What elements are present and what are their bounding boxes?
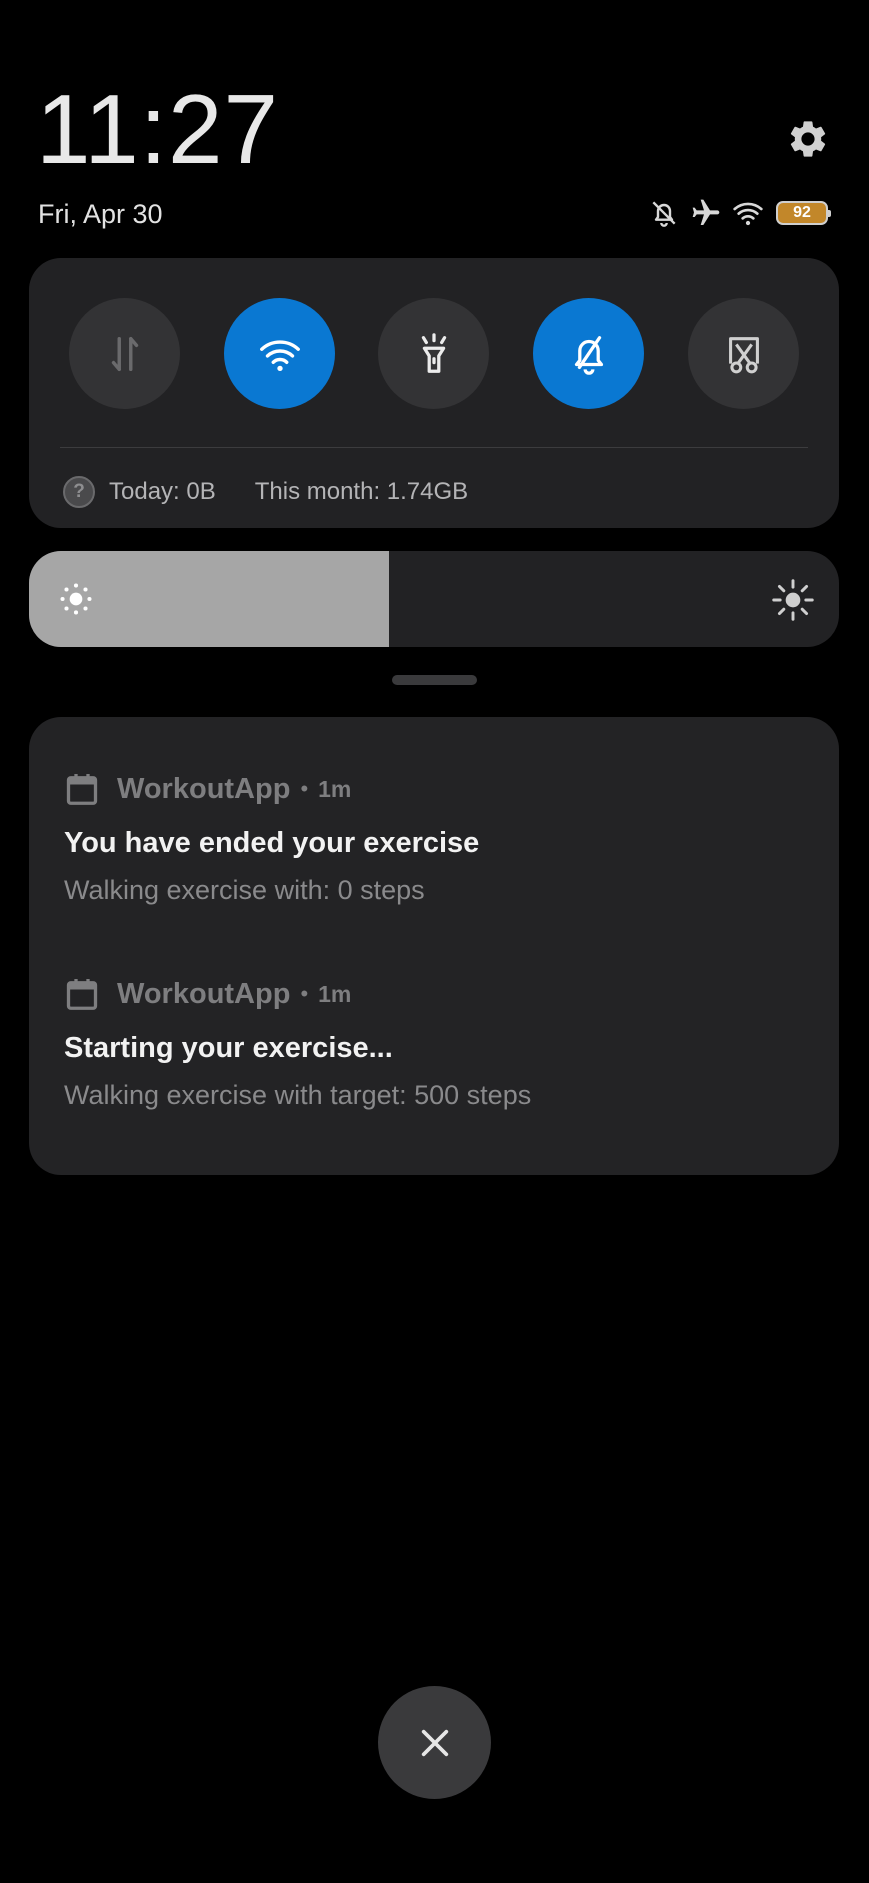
drag-handle[interactable] bbox=[392, 675, 477, 685]
bell-off-icon bbox=[574, 335, 603, 375]
quick-settings-panel: ? Today: 0B This month: 1.74GB bbox=[29, 258, 839, 528]
notification-body: Walking exercise with: 0 steps bbox=[64, 875, 425, 905]
brightness-high-icon bbox=[772, 579, 814, 621]
clear-all-button[interactable] bbox=[378, 1686, 491, 1799]
notification-time: 1m bbox=[318, 980, 352, 1007]
notification-item[interactable]: WorkoutApp • 1m You have ended your exer… bbox=[64, 769, 824, 907]
gear-icon[interactable] bbox=[786, 117, 830, 161]
notification-title: You have ended your exercise bbox=[64, 827, 480, 859]
data-arrows-icon bbox=[111, 336, 138, 371]
separator-dot: • bbox=[300, 776, 309, 801]
calendar-icon bbox=[66, 979, 98, 1010]
separator-dot: • bbox=[300, 981, 309, 1006]
toggle-mobile-data[interactable] bbox=[69, 298, 180, 409]
toggle-screenshot[interactable] bbox=[688, 298, 799, 409]
brightness-slider[interactable] bbox=[29, 551, 839, 647]
notifications-muted-icon bbox=[652, 201, 676, 227]
notification-app-name: WorkoutApp bbox=[117, 977, 291, 1010]
wifi-icon bbox=[733, 202, 763, 226]
notifications-card: WorkoutApp • 1m You have ended your exer… bbox=[29, 717, 839, 1175]
notification-time: 1m bbox=[318, 775, 352, 802]
notification-header: WorkoutApp • 1m bbox=[64, 974, 824, 1014]
calendar-icon bbox=[66, 774, 98, 805]
notification-item[interactable]: WorkoutApp • 1m Starting your exercise..… bbox=[64, 974, 824, 1112]
toggle-mute[interactable] bbox=[533, 298, 644, 409]
battery-indicator: 92 bbox=[776, 201, 831, 225]
brightness-low-icon bbox=[60, 583, 92, 615]
data-usage-today: Today: 0B bbox=[109, 478, 216, 505]
clock-time: 11:27 bbox=[36, 74, 279, 184]
date-label: Fri, Apr 30 bbox=[38, 199, 163, 229]
toggle-flashlight[interactable] bbox=[378, 298, 489, 409]
notification-title: Starting your exercise... bbox=[64, 1032, 393, 1064]
toggle-wifi[interactable] bbox=[224, 298, 335, 409]
wifi-icon bbox=[259, 339, 300, 371]
data-usage-row[interactable]: ? Today: 0B This month: 1.74GB bbox=[63, 473, 468, 511]
notification-header: WorkoutApp • 1m bbox=[64, 769, 824, 809]
data-usage-month: This month: 1.74GB bbox=[254, 478, 469, 505]
airplane-icon bbox=[692, 199, 720, 225]
notification-app-name: WorkoutApp bbox=[117, 772, 291, 805]
help-icon: ? bbox=[63, 476, 95, 508]
notification-body: Walking exercise with target: 500 steps bbox=[64, 1080, 532, 1110]
status-bar-icons: 92 bbox=[648, 197, 831, 229]
flashlight-icon bbox=[421, 332, 446, 373]
close-icon bbox=[421, 1729, 448, 1756]
panel-divider bbox=[60, 447, 808, 448]
scissors-icon bbox=[728, 336, 759, 373]
